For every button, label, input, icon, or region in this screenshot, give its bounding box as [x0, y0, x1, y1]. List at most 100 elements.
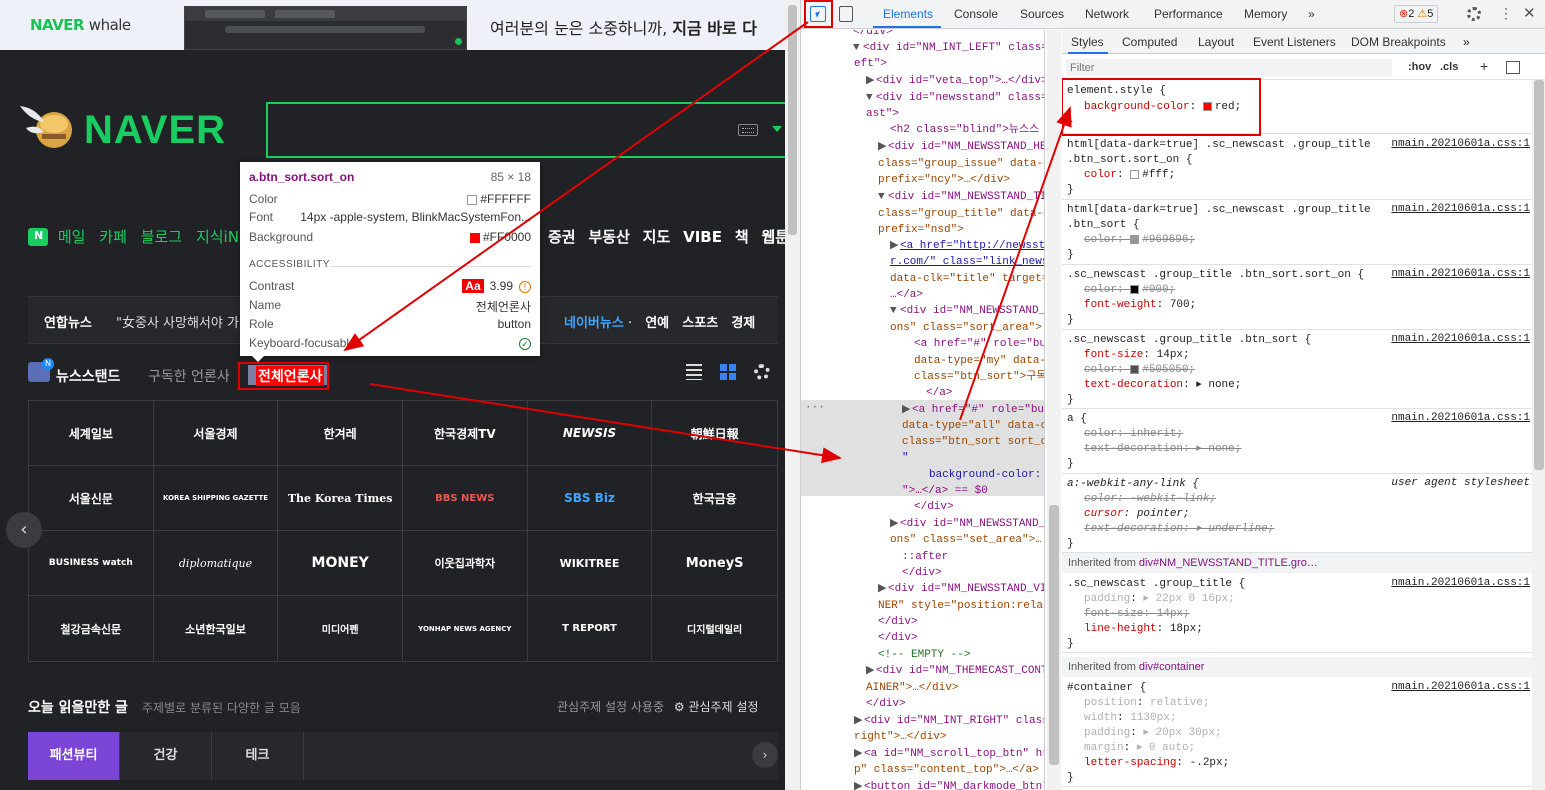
rule-selector[interactable]: html[data-dark=true] .sc_newscast .group… — [1067, 138, 1371, 153]
press-tile[interactable]: NEWSIS — [527, 401, 653, 466]
property-name[interactable]: text-decoration — [1084, 443, 1183, 455]
dom-line[interactable]: ▶ <div id="NM_THEMECAST_CONT — [866, 663, 1044, 679]
styles-scrollbar-thumb[interactable] — [1534, 80, 1544, 470]
property-value[interactable]: 14px; — [1157, 608, 1190, 620]
property-name[interactable]: color — [1084, 284, 1117, 296]
press-tile[interactable]: BBS NEWS — [402, 466, 528, 531]
tab-console[interactable]: Console — [954, 7, 998, 21]
tab-memory[interactable]: Memory — [1244, 7, 1287, 21]
expand-triangle-icon[interactable]: ▶ — [854, 746, 864, 762]
newsstand-title[interactable]: 뉴스스탠드 — [56, 366, 120, 386]
rule-selector[interactable]: .sc_newscast .group_title { — [1067, 577, 1245, 592]
rule-source-link[interactable]: nmain.20210601a.css:1 — [1391, 138, 1530, 150]
styles-filter-input[interactable] — [1066, 59, 1392, 76]
dom-line[interactable]: ▼ <div id="NM_NEWSSTAND_TI — [878, 189, 1044, 205]
css-property[interactable]: margin: ▸ 0 auto; — [1084, 741, 1195, 756]
css-property[interactable]: color: inherit; — [1084, 427, 1183, 442]
property-name[interactable]: color — [1084, 169, 1117, 181]
expand-triangle-icon[interactable]: ▶ — [866, 73, 876, 89]
press-tile[interactable]: diplomatique — [153, 531, 279, 596]
dom-line-selected[interactable]: class="btn_sort sort_o — [902, 434, 1044, 450]
class-toggle-button[interactable]: .cls — [1440, 61, 1458, 73]
tab-performance[interactable]: Performance — [1154, 7, 1223, 21]
dom-line[interactable]: <!-- EMPTY --> — [878, 647, 1044, 663]
nav-mail[interactable]: 메일 — [58, 226, 86, 247]
property-name[interactable]: width — [1084, 712, 1117, 724]
new-rule-button[interactable]: + — [1480, 58, 1488, 74]
expand-triangle-icon[interactable]: ▶ — [902, 402, 912, 418]
dom-line[interactable]: ons" class="set_area">… — [890, 532, 1044, 548]
tab-dom-breakpoints[interactable]: DOM Breakpoints — [1351, 35, 1446, 49]
css-property[interactable]: font-size: 14px; — [1084, 348, 1190, 363]
dom-line[interactable]: …</a> — [890, 287, 1044, 303]
tab-health[interactable]: 건강 — [120, 732, 212, 780]
press-tile[interactable]: MONEY — [278, 531, 403, 596]
property-name[interactable]: text-decoration — [1084, 379, 1183, 391]
property-value[interactable]: 14px; — [1157, 349, 1190, 361]
nav-webtoon[interactable]: 웹툰 — [761, 226, 785, 247]
whale-promo-bar[interactable]: NAVER whale 여러분의 눈은 소중하니까, 지금 바로 다 — [0, 0, 785, 50]
list-view-icon[interactable] — [686, 364, 703, 380]
property-value[interactable]: ▸ 20px 30px; — [1143, 727, 1221, 739]
press-tile[interactable]: 한국금융 — [652, 466, 777, 531]
dom-line[interactable]: ▼ <div id="NM_NEWSSTAND_ — [890, 303, 1044, 319]
color-swatch[interactable] — [1130, 364, 1140, 374]
dom-line[interactable]: ▼ <div id="newsstand" class= — [866, 90, 1044, 106]
property-value[interactable]: 18px; — [1170, 623, 1203, 635]
issues-badge[interactable]: ⊗2 ⚠5 — [1394, 5, 1439, 23]
collapse-triangle-icon[interactable]: ▼ — [853, 40, 863, 56]
collapse-triangle-icon[interactable]: ▼ — [866, 90, 876, 106]
property-name[interactable]: padding — [1084, 593, 1130, 605]
reco-next-button[interactable]: › — [752, 742, 778, 768]
dom-line[interactable]: class="group_title" data-c — [878, 206, 1044, 222]
whale-promo-text[interactable]: 여러분의 눈은 소중하니까, 지금 바로 다 — [490, 15, 757, 39]
expand-triangle-icon[interactable]: ▶ — [854, 779, 864, 790]
property-value[interactable]: 700; — [1170, 299, 1196, 311]
rule-selector[interactable]: .sc_newscast .group_title .btn_sort.sort… — [1067, 268, 1364, 283]
reco-settings-button[interactable]: ⚙ 관심주제 설정 — [674, 700, 759, 714]
rule-selector[interactable]: .sc_newscast .group_title .btn_sort { — [1067, 333, 1311, 348]
rule-selector[interactable]: #container { — [1067, 681, 1146, 696]
rule-selector[interactable]: .btn_sort.sort_on { — [1067, 153, 1192, 168]
press-tile[interactable]: 서울경제 — [153, 401, 279, 466]
rule-source-link[interactable]: nmain.20210601a.css:1 — [1391, 577, 1530, 589]
tab-styles[interactable]: Styles — [1071, 35, 1104, 49]
dom-line[interactable]: eft"> — [854, 56, 1044, 72]
expand-triangle-icon[interactable]: ▶ — [878, 139, 888, 155]
dom-line[interactable]: </div> — [878, 630, 1044, 646]
css-property[interactable]: color: #fff; — [1084, 168, 1175, 183]
css-property[interactable]: text-decoration: ▸ none; — [1084, 442, 1241, 457]
nav-realestate[interactable]: 부동산 — [588, 226, 629, 247]
tab-computed[interactable]: Computed — [1122, 35, 1177, 49]
chevron-down-icon[interactable] — [772, 126, 782, 132]
dom-line[interactable]: ▶ <div id="NM_INT_RIGHT" class — [854, 713, 1044, 729]
device-toolbar-icon[interactable] — [839, 6, 853, 22]
expand-triangle-icon[interactable]: ▶ — [890, 516, 900, 532]
property-value[interactable]: #fff; — [1142, 169, 1175, 181]
rule-source-link[interactable]: nmain.20210601a.css:1 — [1391, 268, 1530, 280]
tab-tech[interactable]: 테크 — [212, 732, 304, 780]
property-value[interactable]: ▸ 0 auto; — [1137, 742, 1195, 754]
css-property[interactable]: padding: ▸ 22px 0 16px; — [1084, 592, 1235, 607]
css-property[interactable]: position: relative; — [1084, 696, 1209, 711]
gear-icon[interactable] — [754, 364, 770, 380]
dom-line[interactable]: p" class="content_top">…</a> — [854, 762, 1044, 778]
dom-line[interactable]: <h2 class="blind">뉴스스 — [890, 122, 1044, 138]
sort-subscribed-button[interactable]: 구독한 언론사 — [148, 366, 230, 386]
tab-sources[interactable]: Sources — [1020, 7, 1064, 21]
ticker-link-economy[interactable]: 경제 — [731, 316, 755, 331]
dom-line[interactable]: ons" class="sort_area"> — [890, 320, 1044, 336]
dom-line[interactable]: ▶ <div id="NM_NEWSSTAND_ — [890, 516, 1044, 532]
page-scrollbar-thumb[interactable] — [788, 5, 797, 235]
press-tile[interactable]: MoneyS — [652, 531, 777, 596]
rule-source-link[interactable]: nmain.20210601a.css:1 — [1391, 412, 1530, 424]
dom-line[interactable]: class="btn_sort">구독 — [914, 369, 1044, 385]
rule-selector[interactable]: a:-webkit-any-link { — [1067, 477, 1199, 492]
dom-line[interactable]: ▶ <button id="NM_darkmode_btn" — [854, 779, 1044, 790]
press-tile[interactable]: SBS Biz — [527, 466, 653, 531]
dom-line-selected[interactable]: ▶ <a href="#" role="bu — [902, 402, 1044, 418]
dom-line[interactable]: </div> — [902, 565, 1044, 581]
property-name[interactable]: padding — [1084, 727, 1130, 739]
css-property[interactable]: color: #969696; — [1084, 233, 1195, 248]
dom-line[interactable]: <a href="#" role="bu — [914, 336, 1044, 352]
